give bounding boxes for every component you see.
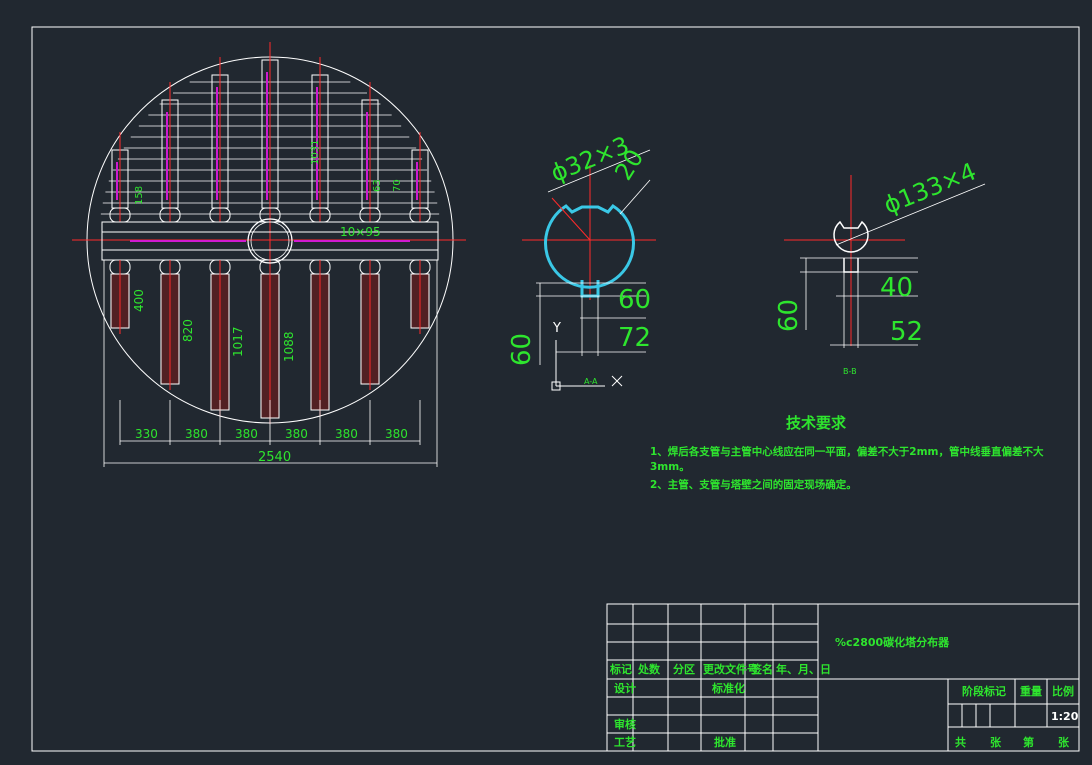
tech-req-line1-cont: 3mm。 xyxy=(650,461,690,473)
bottom-dim-6: 380 xyxy=(385,427,408,441)
spacing-note: 10×95 xyxy=(340,225,381,239)
section-b-dim-60-vertical: 60 xyxy=(774,299,804,332)
tb-header-change-doc: 更改文件号 xyxy=(703,662,758,676)
tech-req-title: 技术要求 xyxy=(786,414,847,432)
total-width-dim: 2540 xyxy=(258,450,291,465)
upper-dim-1031: 1031 xyxy=(310,140,321,165)
tb-weight: 重量 xyxy=(1020,684,1042,698)
upper-dim-158: 158 xyxy=(134,186,145,205)
tb-page: 第 xyxy=(1023,735,1034,749)
tb-standardize: 标准化 xyxy=(711,681,745,695)
tb-approve: 批准 xyxy=(714,735,736,749)
tb-review: 审核 xyxy=(614,717,636,731)
tb-sheets: 张 xyxy=(990,735,1002,749)
bottom-dim-1: 330 xyxy=(135,427,158,441)
tb-header-date: 年、月、日 xyxy=(776,662,831,676)
tb-header-signature: 签名 xyxy=(750,662,773,676)
tb-stage-mark: 阶段标记 xyxy=(962,684,1006,698)
bottom-dim-3: 380 xyxy=(235,427,258,441)
tb-scale: 比例 xyxy=(1052,684,1074,698)
ucs-y-label: Y xyxy=(552,321,561,336)
upper-dim-70: 70 xyxy=(392,179,403,192)
section-a-dim-72: 72 xyxy=(618,323,651,353)
section-a-dim-60-vertical: 60 xyxy=(507,333,537,366)
dim-1088: 1088 xyxy=(282,331,296,362)
cad-drawing: 10×95 158 70 63 1031 400 820 1017 1088 3… xyxy=(0,0,1092,765)
tb-total: 共 xyxy=(955,735,966,749)
section-b-label: B-B xyxy=(843,367,857,376)
dim-820: 820 xyxy=(181,319,195,342)
tb-scale-value: 1:20 xyxy=(1051,710,1079,723)
tech-req-line2: 2、主管、支管与塔壁之间的固定现场确定。 xyxy=(650,478,857,491)
dim-400: 400 xyxy=(132,289,146,312)
tb-header-mark: 标记 xyxy=(609,662,632,676)
bottom-dim-2: 380 xyxy=(185,427,208,441)
tb-header-count: 处数 xyxy=(637,662,661,676)
tb-process: 工艺 xyxy=(614,735,636,749)
dim-1017: 1017 xyxy=(231,326,245,357)
upper-dim-63: 63 xyxy=(372,179,383,192)
tb-header-zone: 分区 xyxy=(673,662,695,676)
section-b-dim-52: 52 xyxy=(890,317,923,347)
section-a-label: A-A xyxy=(584,377,598,386)
bottom-dim-4: 380 xyxy=(285,427,308,441)
tb-design: 设计 xyxy=(614,681,636,695)
tech-req-line1: 1、焊后各支管与主管中心线应在同一平面，偏差不大于2mm，管中线垂直偏差不大 xyxy=(650,445,1044,458)
section-b-dim-40: 40 xyxy=(880,273,913,303)
tb-sheet: 张 xyxy=(1058,735,1070,749)
drawing-title: %c2800碳化塔分布器 xyxy=(835,635,950,649)
bottom-dim-5: 380 xyxy=(335,427,358,441)
section-a-dim-60: 60 xyxy=(618,285,651,315)
